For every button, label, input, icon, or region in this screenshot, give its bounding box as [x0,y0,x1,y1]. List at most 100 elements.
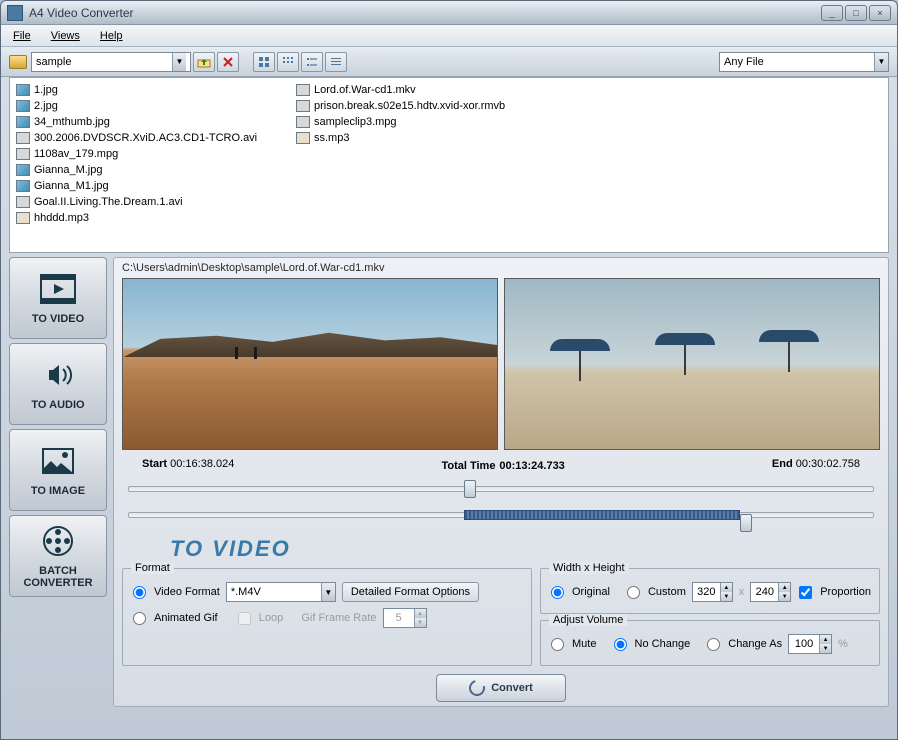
height-value: 240 [751,586,778,598]
maximize-button[interactable]: □ [845,5,867,21]
batch-converter-button[interactable]: BATCH CONVERTER [9,515,107,597]
file-name: Gianna_M.jpg [34,164,103,176]
delete-x-icon [222,56,234,68]
app-window: A4 Video Converter _ □ × File Views Help… [0,0,898,740]
selection-slider[interactable] [128,504,874,528]
file-item[interactable]: 1.jpg [14,82,294,98]
view-list-button[interactable] [301,52,323,72]
menubar: File Views Help [1,25,897,47]
folder-icon [9,55,27,69]
path-dropdown[interactable]: sample ▼ [31,52,191,72]
width-spinner[interactable]: 320 ▲▼ [692,582,733,602]
sidebar-label: TO IMAGE [31,485,85,497]
file-name: prison.break.s02e15.hdtv.xvid-xor.rmvb [314,100,505,112]
file-item[interactable]: hhddd.mp3 [14,210,294,226]
app-title: A4 Video Converter [29,6,134,20]
size-custom-radio[interactable] [627,586,640,599]
path-value: sample [36,56,71,68]
file-name: 2.jpg [34,100,58,112]
nochange-radio[interactable] [614,638,627,651]
time-info-row: Start 00:16:38.024 Total Time 00:13:24.7… [142,456,860,472]
gif-rate-value: 5 [384,612,414,624]
size-custom-label: Custom [648,586,686,598]
volume-spinner[interactable]: 100 ▲▼ [788,634,832,654]
mute-radio[interactable] [551,638,564,651]
video-format-radio[interactable] [133,586,146,599]
range-slider[interactable] [128,478,874,502]
to-image-button[interactable]: TO IMAGE [9,429,107,511]
chevron-down-icon: ▼ [172,53,186,71]
file-item[interactable]: Gianna_M.jpg [14,162,294,178]
gif-rate-spinner[interactable]: 5 ▲▼ [383,608,427,628]
chevron-down-icon: ▼ [321,583,335,601]
film-play-icon [37,271,79,307]
sidebar: TO VIDEO TO AUDIO TO IMAGE BATCH CONVERT… [9,257,107,707]
format-dropdown[interactable]: *.M4V ▼ [226,582,336,602]
file-item[interactable]: 2.jpg [14,98,294,114]
preview-end[interactable] [504,278,880,450]
vid-file-icon [16,132,30,144]
end-thumb[interactable] [740,514,752,532]
start-time: 00:16:38.024 [170,458,234,470]
menu-help[interactable]: Help [100,30,123,42]
file-name: Gianna_M1.jpg [34,180,109,192]
format-fieldset: Format Video Format *.M4V ▼ Detailed For… [122,568,532,666]
details-icon [330,56,342,68]
start-thumb[interactable] [464,480,476,498]
reel-icon [37,523,79,559]
folder-up-icon [197,56,211,68]
list-icon [306,56,318,68]
menu-views[interactable]: Views [51,30,80,42]
detailed-options-button[interactable]: Detailed Format Options [342,582,479,602]
view-small-icons-button[interactable] [277,52,299,72]
delete-button[interactable] [217,52,239,72]
vid-file-icon [296,100,310,112]
file-item[interactable]: sampleclip3.mpg [294,114,574,130]
file-item[interactable]: 34_mthumb.jpg [14,114,294,130]
close-button[interactable]: × [869,5,891,21]
file-filter-dropdown[interactable]: Any File ▼ [719,52,889,72]
minimize-button[interactable]: _ [821,5,843,21]
loop-checkbox[interactable] [238,612,251,625]
end-time: 00:30:02.758 [796,458,860,470]
to-audio-button[interactable]: TO AUDIO [9,343,107,425]
height-spinner[interactable]: 240 ▲▼ [750,582,791,602]
file-name: 1108av_179.mpg [34,148,118,160]
file-browser: 1.jpg 2.jpg 34_mthumb.jpg 300.2006.DVDSCR.X… [9,77,889,253]
volume-value: 100 [789,638,819,650]
to-video-button[interactable]: TO VIDEO [9,257,107,339]
file-item[interactable]: 1108av_179.mpg [14,146,294,162]
animated-gif-radio[interactable] [133,612,146,625]
sidebar-label: BATCH CONVERTER [10,565,106,589]
file-name: 34_mthumb.jpg [34,116,110,128]
vid-file-icon [296,84,310,96]
size-legend: Width x Height [549,562,629,574]
total-time: 00:13:24.733 [499,460,564,472]
file-item[interactable]: Goal.II.Living.The.Dream.1.avi [14,194,294,210]
app-icon [7,5,23,21]
file-name: 1.jpg [34,84,58,96]
convert-button[interactable]: Convert [436,674,566,702]
file-item[interactable]: Gianna_M1.jpg [14,178,294,194]
proportion-label: Proportion [820,586,871,598]
menu-file[interactable]: File [13,30,31,42]
size-original-radio[interactable] [551,586,564,599]
gif-rate-label: Gif Frame Rate [301,612,376,624]
size-original-label: Original [572,586,610,598]
content-panel: C:\Users\admin\Desktop\sample\Lord.of.Wa… [113,257,889,707]
pct-label: % [838,638,848,650]
file-item[interactable]: Lord.of.War-cd1.mkv [294,82,574,98]
file-item[interactable]: ss.mp3 [294,130,574,146]
view-details-button[interactable] [325,52,347,72]
preview-start[interactable] [122,278,498,450]
volume-fieldset: Adjust Volume Mute No Change Change As [540,620,880,666]
vid-file-icon [16,196,30,208]
file-item[interactable]: prison.break.s02e15.hdtv.xvid-xor.rmvb [294,98,574,114]
proportion-checkbox[interactable] [799,586,812,599]
changeas-radio[interactable] [707,638,720,651]
vid-file-icon [296,116,310,128]
up-folder-button[interactable] [193,52,215,72]
view-large-icons-button[interactable] [253,52,275,72]
file-item[interactable]: 300.2006.DVDSCR.XviD.AC3.CD1-TCRO.avi [14,130,294,146]
img-file-icon [16,164,30,176]
